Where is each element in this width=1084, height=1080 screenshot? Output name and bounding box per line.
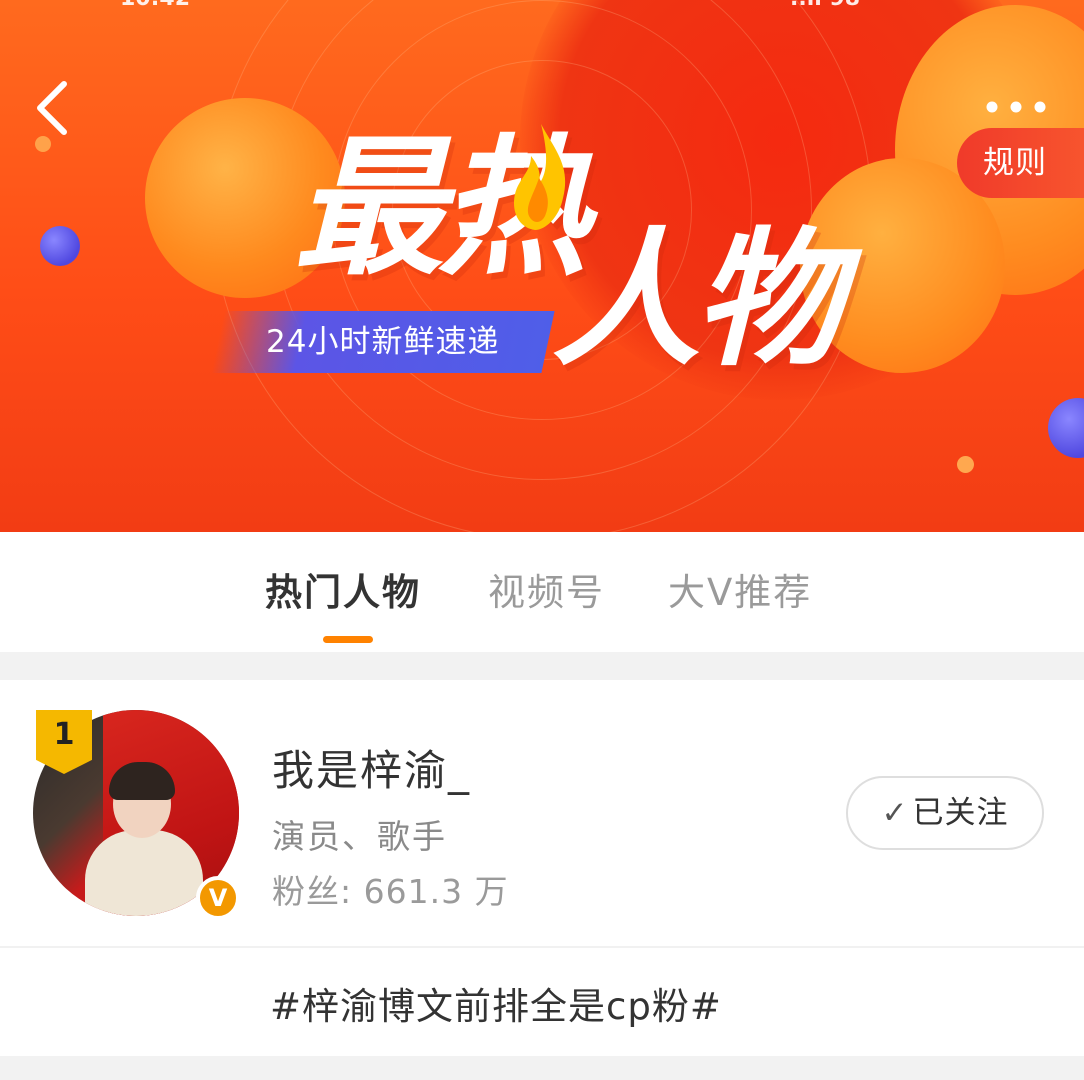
category-tabs: 热门人物 视频号 大V推荐 — [0, 532, 1084, 652]
status-time: 10:42 — [120, 0, 190, 11]
back-arrow-icon[interactable] — [32, 78, 82, 138]
tab-video[interactable]: 视频号 — [488, 562, 605, 616]
rules-button[interactable]: 规则 — [957, 128, 1084, 198]
hero-banner: 10:42 ..ll 98 规则 最热 人物 24小时新鲜速递 — [0, 0, 1084, 532]
status-signal: ..ll 98 — [790, 0, 860, 11]
user-fans-count: 粉丝: 661.3 万 — [272, 872, 509, 911]
checkmark-icon: ✓ — [881, 795, 909, 831]
user-role: 演员、歌手 — [272, 817, 447, 856]
tab-big-v[interactable]: 大V推荐 — [668, 562, 812, 616]
follow-label: 已关注 — [912, 795, 1009, 831]
banner-dot — [957, 456, 974, 473]
avatar-body — [85, 830, 203, 916]
more-icon[interactable] — [984, 96, 1048, 118]
hashtag-topic-link[interactable]: #梓渝博文前排全是cp粉# — [270, 976, 722, 1030]
user-name[interactable]: 我是梓渝_ — [272, 737, 471, 798]
hero-subtitle: 24小时新鲜速递 — [211, 311, 555, 373]
person-card: 1 V 我是梓渝_ 演员、歌手 粉丝: 661.3 万 ✓ 已关注 #梓渝博文前排… — [0, 680, 1084, 1056]
banner-dot — [40, 226, 80, 266]
hero-title-line2: 人物 — [552, 214, 842, 386]
follow-button[interactable]: ✓ 已关注 — [846, 776, 1044, 850]
hero-subtitle-text: 24小时新鲜速递 — [266, 324, 500, 360]
tab-hot-people[interactable]: 热门人物 — [265, 562, 421, 616]
status-bar: 10:42 ..ll 98 — [120, 0, 1020, 11]
verified-icon: V — [196, 876, 240, 920]
tab-active-indicator — [323, 636, 373, 643]
banner-dot — [35, 136, 51, 152]
banner-dot — [1048, 398, 1084, 458]
divider — [0, 946, 1084, 948]
